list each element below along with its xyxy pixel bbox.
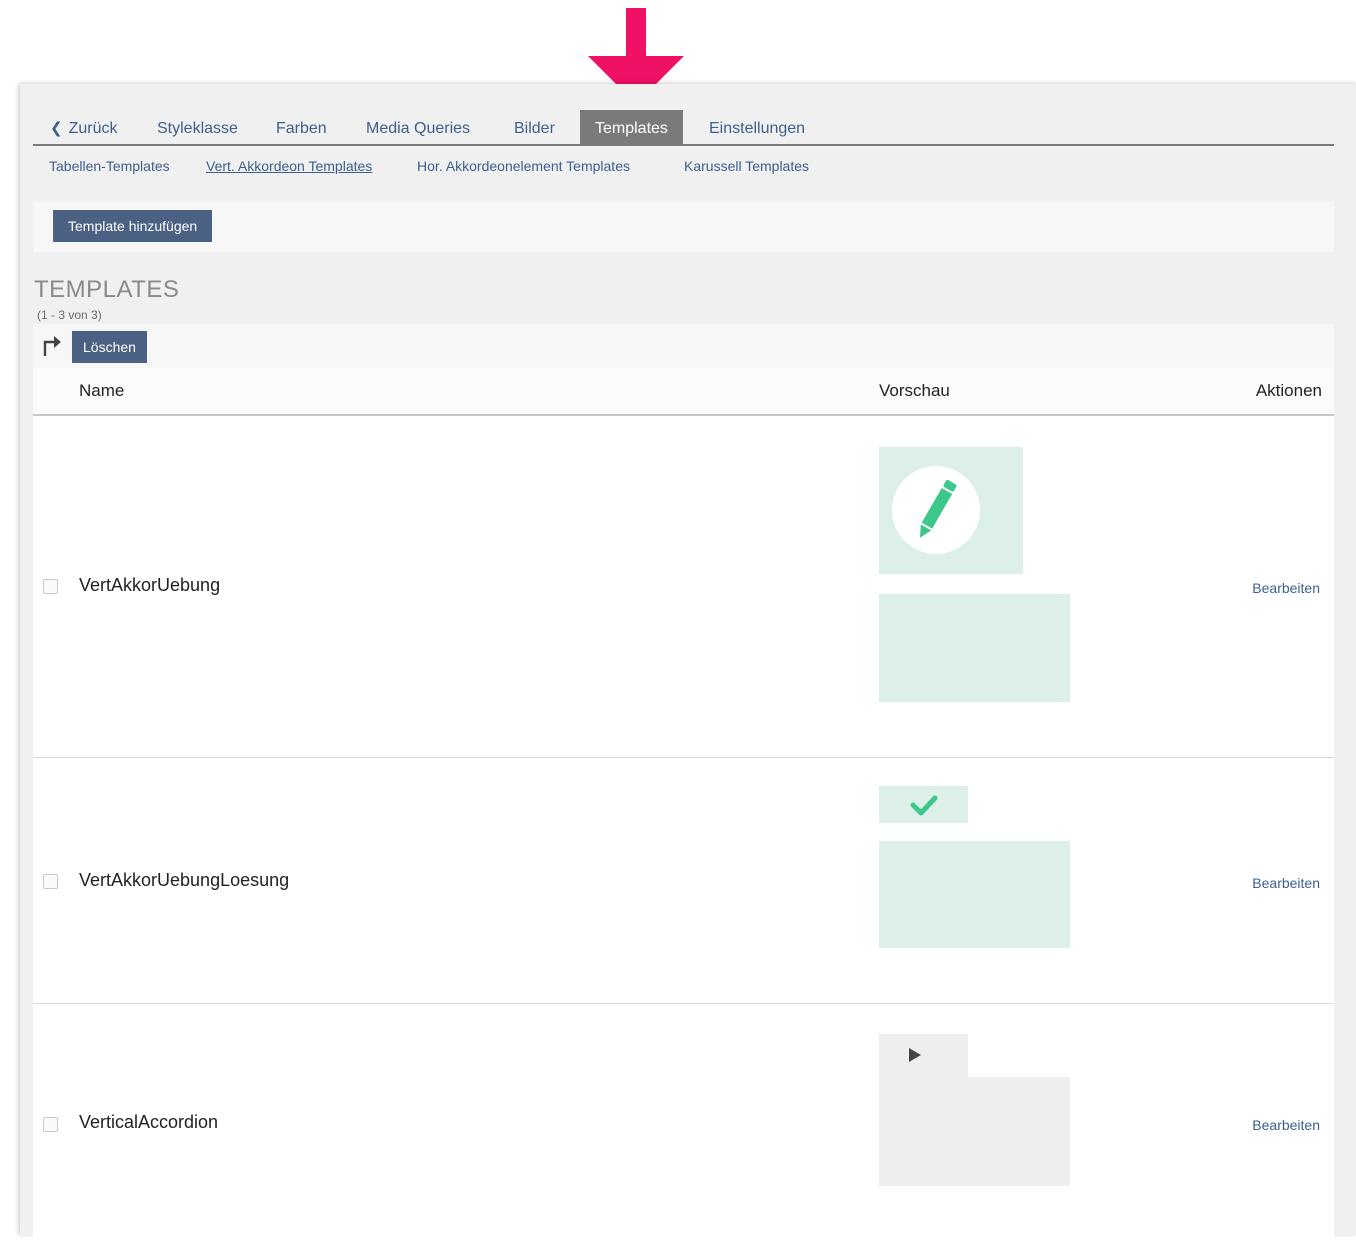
- subtab-vert-akkordeon-templates[interactable]: Vert. Akkordeon Templates: [206, 158, 372, 174]
- template-name: VertAkkorUebungLoesung: [79, 870, 290, 890]
- preview-content-box: [879, 594, 1070, 702]
- preview-content-box: [879, 1077, 1070, 1186]
- tab-back[interactable]: ❮ Zurück: [50, 110, 117, 144]
- turn-right-arrow-icon[interactable]: [43, 334, 61, 356]
- table-row: VertAkkorUebungLoesung Bearbeiten: [33, 758, 1334, 1004]
- preview-header-box: [879, 1034, 968, 1078]
- column-header-name[interactable]: Name: [79, 381, 124, 401]
- tab-farben[interactable]: Farben: [276, 110, 327, 144]
- templates-table: Name Vorschau Aktionen VertAkkorUebung B…: [33, 368, 1334, 1244]
- row-checkbox[interactable]: [43, 579, 58, 594]
- delete-button[interactable]: Löschen: [72, 331, 147, 363]
- column-header-preview: Vorschau: [879, 381, 950, 400]
- template-name: VertAkkorUebung: [79, 575, 221, 595]
- bulk-action-bar: Löschen: [33, 324, 1334, 368]
- toolbar: Template hinzufügen: [33, 202, 1334, 252]
- main-tab-bar: ❮ Zurück Styleklasse Farben Media Queries…: [33, 110, 1334, 146]
- pencil-icon: [892, 466, 980, 554]
- tab-styleklasse[interactable]: Styleklasse: [157, 110, 238, 144]
- table-header: Name Vorschau Aktionen: [33, 368, 1334, 416]
- tab-einstellungen[interactable]: Einstellungen: [709, 110, 805, 144]
- tab-templates[interactable]: Templates: [580, 110, 683, 144]
- edit-link[interactable]: Bearbeiten: [1252, 875, 1320, 891]
- table-row: VertAkkorUebung Bearbeiten: [33, 416, 1334, 758]
- column-header-actions: Aktionen: [1255, 381, 1322, 400]
- preview-header-box: [879, 786, 968, 823]
- table-row: VerticalAccordion Bearbeiten: [33, 1004, 1334, 1244]
- checkmark-icon: [910, 795, 938, 816]
- tab-bilder[interactable]: Bilder: [514, 110, 555, 144]
- edit-link[interactable]: Bearbeiten: [1252, 580, 1320, 596]
- tab-back-label: Zurück: [68, 120, 118, 137]
- subtab-hor-akkordeonelement-templates[interactable]: Hor. Akkordeonelement Templates: [417, 158, 630, 174]
- play-triangle-icon: [909, 1048, 921, 1062]
- tab-media-queries[interactable]: Media Queries: [366, 110, 470, 144]
- preview-header-box: [879, 447, 1023, 574]
- row-checkbox[interactable]: [43, 1117, 58, 1132]
- subtab-tabellen-templates[interactable]: Tabellen-Templates: [49, 158, 170, 174]
- result-count: (1 - 3 von 3): [37, 308, 102, 322]
- edit-link[interactable]: Bearbeiten: [1252, 1117, 1320, 1133]
- templates-panel: ❮ Zurück Styleklasse Farben Media Queries…: [20, 84, 1356, 1244]
- add-template-button[interactable]: Template hinzufügen: [53, 210, 213, 242]
- row-checkbox[interactable]: [43, 874, 58, 889]
- subtab-karussell-templates[interactable]: Karussell Templates: [684, 158, 809, 174]
- preview-content-box: [879, 841, 1070, 948]
- section-title: TEMPLATES: [34, 276, 180, 303]
- chevron-left-icon: ❮: [50, 120, 63, 137]
- template-name: VerticalAccordion: [79, 1112, 219, 1132]
